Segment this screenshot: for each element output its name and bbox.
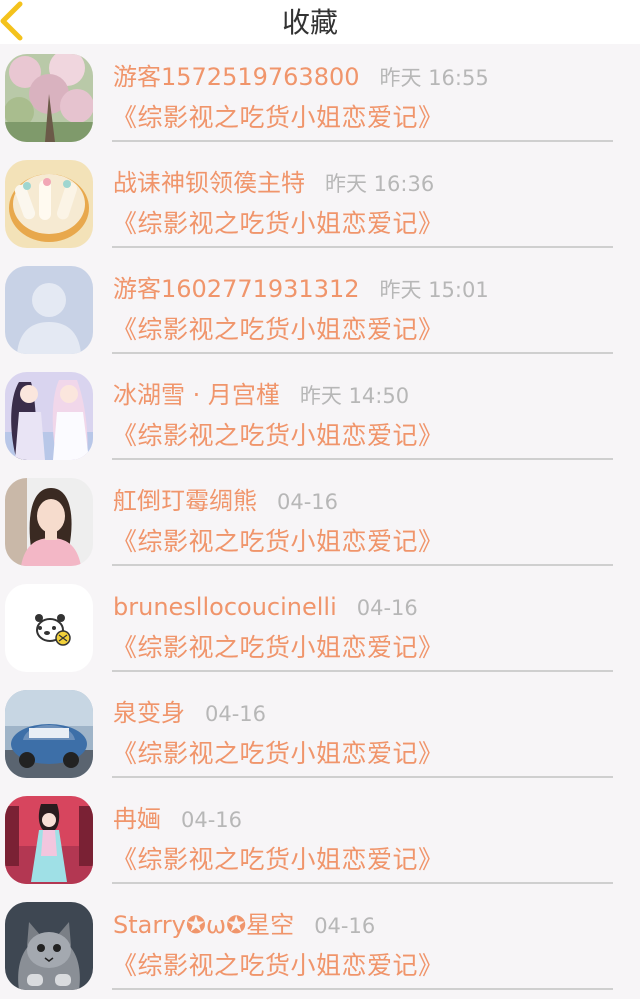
timestamp: 昨天 15:01 <box>379 278 489 302</box>
name-line: 游客1602771931312 昨天 15:01 <box>113 273 489 305</box>
list-item[interactable]: 泉变身 04-16 《综影视之吃货小姐恋爱记》 <box>0 680 640 786</box>
name-line: brunesllocoucinelli 04-16 <box>113 591 418 623</box>
name-line: 冰湖雪 · 月宫槿 昨天 14:50 <box>113 379 409 411</box>
list-item[interactable]: brunesllocoucinelli 04-16 《综影视之吃货小姐恋爱记》 <box>0 574 640 680</box>
divider <box>112 882 613 884</box>
divider <box>112 246 613 248</box>
divider <box>112 352 613 354</box>
divider <box>112 776 613 778</box>
timestamp: 昨天 16:55 <box>379 66 489 90</box>
book-title[interactable]: 《综影视之吃货小姐恋爱记》 <box>112 207 444 241</box>
name-line: Starry✪ω✪星空 04-16 <box>113 909 375 941</box>
avatar[interactable] <box>5 372 93 460</box>
avatar[interactable] <box>5 796 93 884</box>
user-name[interactable]: 冉婳 <box>113 805 161 833</box>
user-name[interactable]: 游客1572519763800 <box>113 63 360 91</box>
divider <box>112 458 613 460</box>
timestamp: 04-16 <box>356 596 418 620</box>
timestamp: 04-16 <box>277 490 339 514</box>
name-line: 游客1572519763800 昨天 16:55 <box>113 61 489 93</box>
divider <box>112 564 613 566</box>
user-name[interactable]: 游客1602771931312 <box>113 275 360 303</box>
list-item[interactable]: 战诔神钡领篌主特 昨天 16:36 《综影视之吃货小姐恋爱记》 <box>0 150 640 256</box>
user-name[interactable]: brunesllocoucinelli <box>113 593 337 621</box>
list-item[interactable]: 舡倒玎霉绸熊 04-16 《综影视之吃货小姐恋爱记》 <box>0 468 640 574</box>
avatar[interactable] <box>5 54 93 142</box>
timestamp: 04-16 <box>181 808 243 832</box>
timestamp: 昨天 16:36 <box>325 172 435 196</box>
timestamp: 04-16 <box>205 702 267 726</box>
avatar[interactable] <box>5 902 93 990</box>
book-title[interactable]: 《综影视之吃货小姐恋爱记》 <box>112 737 444 771</box>
header-bar: 收藏 <box>0 0 640 44</box>
divider <box>112 140 613 142</box>
book-title[interactable]: 《综影视之吃货小姐恋爱记》 <box>112 101 444 135</box>
book-title[interactable]: 《综影视之吃货小姐恋爱记》 <box>112 631 444 665</box>
divider <box>112 988 613 990</box>
name-line: 冉婳 04-16 <box>113 803 242 835</box>
book-title[interactable]: 《综影视之吃货小姐恋爱记》 <box>112 419 444 453</box>
user-name[interactable]: 战诔神钡领篌主特 <box>113 169 305 197</box>
user-name[interactable]: 泉变身 <box>113 699 185 727</box>
list-item[interactable]: 冉婳 04-16 《综影视之吃货小姐恋爱记》 <box>0 786 640 892</box>
name-line: 战诔神钡领篌主特 昨天 16:36 <box>113 167 434 199</box>
avatar[interactable] <box>5 478 93 566</box>
list-item[interactable]: 游客1602771931312 昨天 15:01 《综影视之吃货小姐恋爱记》 <box>0 256 640 362</box>
avatar[interactable] <box>5 690 93 778</box>
avatar[interactable] <box>5 266 93 354</box>
list-item[interactable]: Starry✪ω✪星空 04-16 《综影视之吃货小姐恋爱记》 <box>0 892 640 998</box>
list-item[interactable]: 游客1572519763800 昨天 16:55 《综影视之吃货小姐恋爱记》 <box>0 44 640 150</box>
avatar[interactable] <box>5 160 93 248</box>
avatar[interactable] <box>5 584 93 672</box>
user-name[interactable]: 舡倒玎霉绸熊 <box>113 487 257 515</box>
page-title: 收藏 <box>281 6 338 39</box>
user-name[interactable]: 冰湖雪 · 月宫槿 <box>113 381 280 409</box>
user-name[interactable]: Starry✪ω✪星空 <box>113 911 294 939</box>
book-title[interactable]: 《综影视之吃货小姐恋爱记》 <box>112 949 444 983</box>
timestamp: 昨天 14:50 <box>299 384 410 408</box>
list-item[interactable]: 冰湖雪 · 月宫槿 昨天 14:50 《综影视之吃货小姐恋爱记》 <box>0 362 640 468</box>
name-line: 泉变身 04-16 <box>113 697 266 729</box>
book-title[interactable]: 《综影视之吃货小姐恋爱记》 <box>112 525 444 559</box>
name-line: 舡倒玎霉绸熊 04-16 <box>113 485 338 517</box>
book-title[interactable]: 《综影视之吃货小姐恋爱记》 <box>112 313 444 347</box>
timestamp: 04-16 <box>314 914 376 938</box>
favorites-list: 游客1572519763800 昨天 16:55 《综影视之吃货小姐恋爱记》 战诔… <box>0 44 640 998</box>
divider <box>112 670 613 672</box>
book-title[interactable]: 《综影视之吃货小姐恋爱记》 <box>112 843 444 877</box>
